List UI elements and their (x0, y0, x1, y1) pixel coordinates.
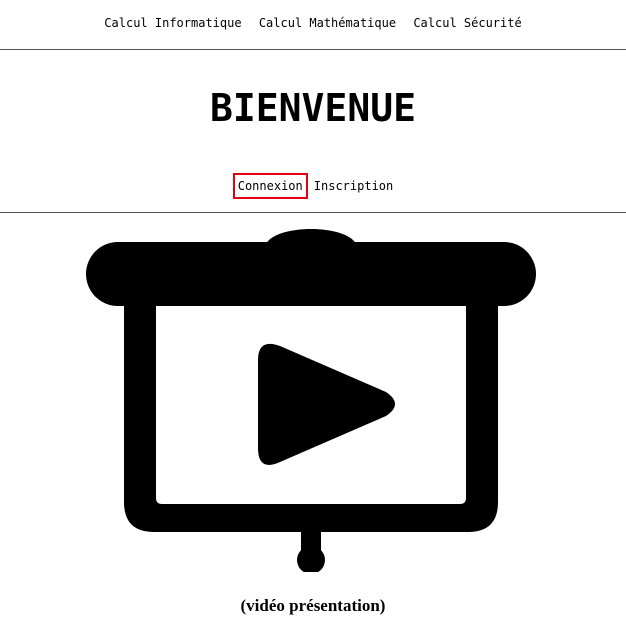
top-divider (0, 49, 626, 50)
projector-screen-play-icon[interactable] (86, 220, 536, 572)
page-title: BIENVENUE (210, 86, 416, 130)
signup-link[interactable]: Inscription (314, 175, 393, 197)
screen-top-knob (266, 229, 356, 244)
video-caption: (vidéo présentation) (240, 596, 386, 615)
login-link[interactable]: Connexion (232, 173, 308, 199)
nav-link-calcul-informatique[interactable]: Calcul Informatique (104, 16, 241, 30)
top-nav: Calcul Informatique Calcul Mathématique … (0, 14, 626, 32)
nav-link-calcul-mathematique[interactable]: Calcul Mathématique (259, 16, 396, 30)
bottom-divider (0, 212, 626, 213)
play-triangle (258, 343, 395, 465)
nav-link-calcul-securite[interactable]: Calcul Sécurité (413, 16, 521, 30)
auth-nav: Connexion Inscription (0, 173, 626, 199)
